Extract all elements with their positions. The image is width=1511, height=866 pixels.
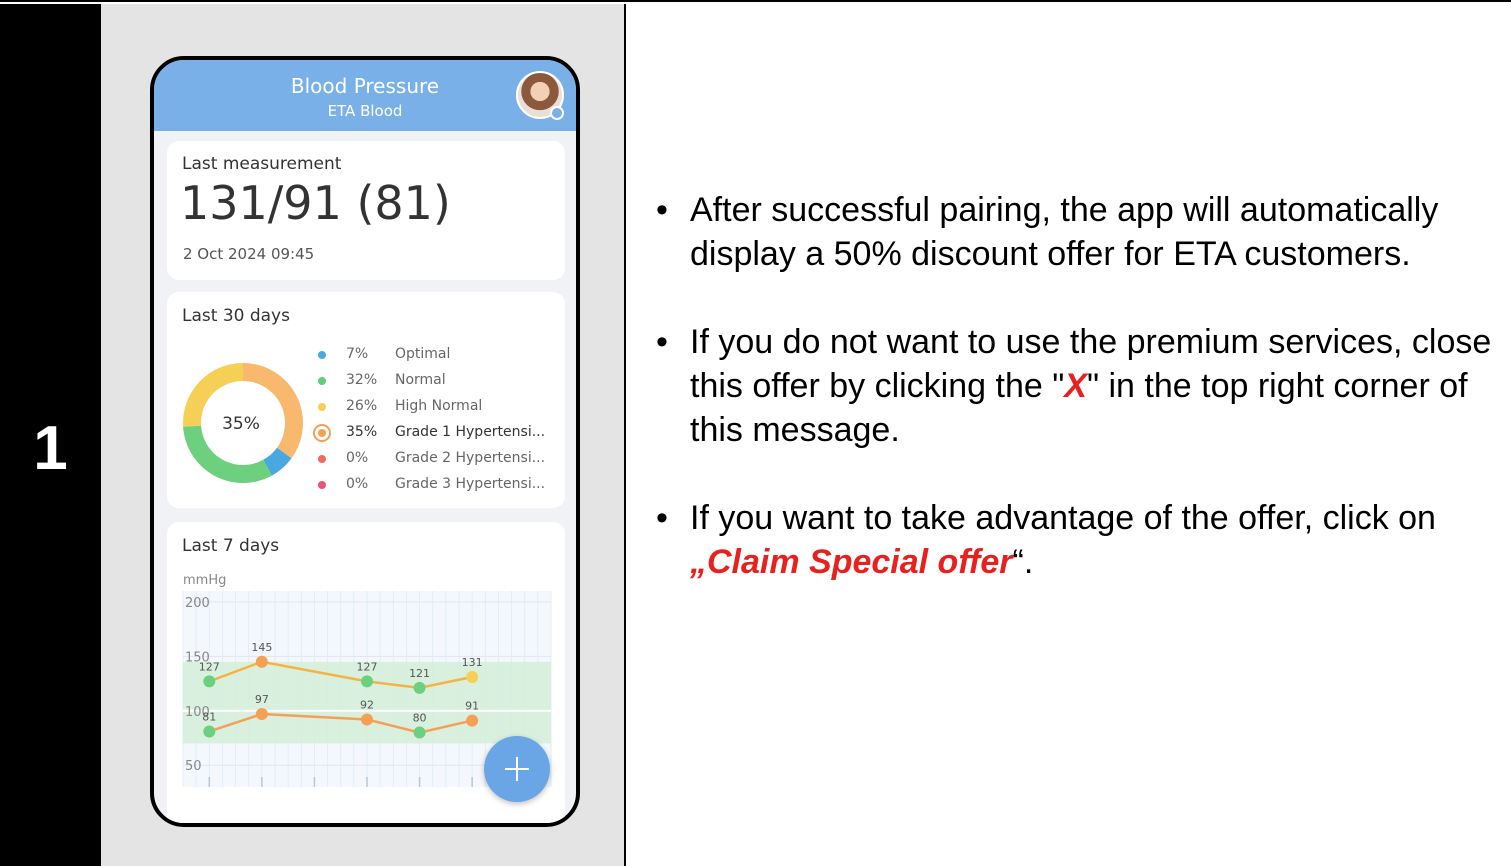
legend-name: Grade 1 Hypertensi... <box>395 424 546 440</box>
legend-dot-icon <box>318 403 326 411</box>
data-label: 92 <box>360 698 374 711</box>
app-subtitle: ETA Blood <box>327 102 403 120</box>
legend-pct: 32% <box>346 372 378 388</box>
close-x-highlight: X <box>1064 367 1087 405</box>
step-column: 1 <box>0 4 101 866</box>
instructions: • After successful pairing, the app will… <box>652 188 1502 584</box>
instruction-item: • After successful pairing, the app will… <box>652 188 1502 276</box>
data-label: 80 <box>413 712 427 725</box>
legend-dot-icon <box>318 481 326 489</box>
instruction-item: • If you want to take advantage of the o… <box>652 496 1502 584</box>
data-point[interactable] <box>255 655 268 668</box>
data-label: 127 <box>357 660 378 673</box>
legend-dot-icon <box>318 351 326 359</box>
data-label: 81 <box>202 710 216 723</box>
data-label: 91 <box>465 700 479 713</box>
data-point[interactable] <box>203 725 216 738</box>
legend-dot-icon <box>318 377 326 385</box>
data-label: 127 <box>199 660 220 673</box>
donut-center-label: 35% <box>222 414 260 434</box>
data-point[interactable] <box>466 671 479 684</box>
y-axis-unit: mmHg <box>183 573 226 588</box>
legend-pct: 0% <box>346 476 369 492</box>
instruction-item: • If you do not want to use the premium … <box>652 320 1502 452</box>
last-measurement-reading: 131/91 (81) <box>180 176 451 230</box>
bullet-icon: • <box>656 323 668 361</box>
legend-name: Optimal <box>395 346 451 362</box>
instruction-text: If you want to take advantage of the off… <box>690 499 1436 537</box>
legend-pct: 7% <box>346 346 369 362</box>
legend-item[interactable]: 7% Optimal <box>311 344 561 370</box>
instruction-text: “. <box>1012 543 1034 581</box>
legend-pct: 35% <box>346 424 378 440</box>
legend-dot-icon <box>318 455 326 463</box>
data-label: 145 <box>251 641 272 654</box>
step-number: 1 <box>33 414 68 483</box>
data-label: 131 <box>462 656 483 669</box>
add-measurement-button[interactable] <box>484 736 550 802</box>
chevron-down-icon[interactable] <box>550 106 564 120</box>
data-point[interactable] <box>361 675 373 688</box>
last-measurement-card[interactable]: Last measurement 131/91 (81) 2 Oct 2024 … <box>167 141 565 280</box>
data-label: 97 <box>255 693 269 706</box>
last-measurement-label: Last measurement <box>182 154 342 174</box>
app-header: Blood Pressure ETA Blood <box>154 60 576 131</box>
legend-name: High Normal <box>395 398 483 414</box>
legend-name: Grade 3 Hypertensi... <box>395 476 546 492</box>
last-7-days-label: Last 7 days <box>182 536 280 556</box>
last-measurement-date: 2 Oct 2024 09:45 <box>183 245 315 263</box>
data-point[interactable] <box>413 681 426 694</box>
legend-name: Normal <box>395 372 446 388</box>
legend-pct: 26% <box>346 398 378 414</box>
legend-item-selected[interactable]: 35% Grade 1 Hypertensi... <box>311 422 561 448</box>
phone-mockup: Blood Pressure ETA Blood Last measuremen… <box>150 56 580 827</box>
y-tick-label: 50 <box>185 759 202 774</box>
app-title: Blood Pressure <box>290 74 440 98</box>
data-point[interactable] <box>255 708 268 721</box>
y-tick-label: 200 <box>185 596 210 611</box>
legend-name: Grade 2 Hypertensi... <box>395 450 546 466</box>
data-point[interactable] <box>361 713 373 726</box>
instruction-text: After successful pairing, the app will a… <box>690 191 1439 273</box>
legend-item[interactable]: 0% Grade 2 Hypertensi... <box>311 448 561 474</box>
legend: 7% Optimal 32% Normal 26% High Normal 35… <box>311 344 561 500</box>
bullet-icon: • <box>656 191 668 229</box>
legend-pct: 0% <box>346 450 369 466</box>
bullet-icon: • <box>656 499 668 537</box>
legend-dot-selected-icon <box>313 424 331 442</box>
plus-icon-stem <box>516 757 518 781</box>
data-point[interactable] <box>413 726 426 739</box>
donut-chart: 35% <box>183 363 303 483</box>
last-30-days-card[interactable]: Last 30 days 35% 7% Optimal 32% Normal 2… <box>167 292 565 508</box>
legend-item[interactable]: 0% Grade 3 Hypertensi... <box>311 474 561 500</box>
claim-offer-highlight: „Claim Special offer <box>690 543 1013 581</box>
data-point[interactable] <box>203 675 216 688</box>
last-30-days-label: Last 30 days <box>182 306 290 326</box>
legend-item[interactable]: 26% High Normal <box>311 396 561 422</box>
legend-item[interactable]: 32% Normal <box>311 370 561 396</box>
data-label: 121 <box>409 667 430 680</box>
data-point[interactable] <box>466 714 479 727</box>
